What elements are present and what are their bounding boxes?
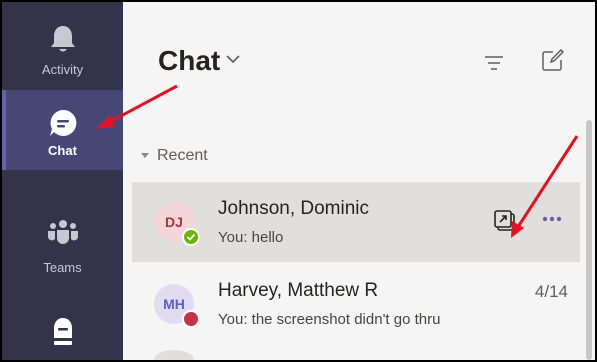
- rail-item-teams[interactable]: Teams: [2, 192, 123, 275]
- app-rail: Activity Chat Teams: [2, 2, 123, 360]
- bell-icon: [50, 26, 75, 52]
- chevron-down-icon[interactable]: [226, 54, 240, 64]
- new-chat-icon[interactable]: [542, 49, 564, 71]
- status-available-icon: [182, 228, 200, 246]
- filter-icon[interactable]: [484, 55, 504, 71]
- status-busy-icon: [182, 310, 200, 328]
- chat-row-johnson[interactable]: DJ Johnson, Dominic You: hello: [132, 182, 580, 262]
- assignments-icon: [53, 318, 72, 345]
- rail-item-activity[interactable]: Activity: [2, 2, 123, 82]
- rail-item-assignments[interactable]: [2, 292, 123, 360]
- section-recent[interactable]: Recent: [141, 147, 208, 165]
- page-title: Chat: [158, 45, 221, 76]
- chat-name: Johnson, Dominic: [218, 198, 370, 219]
- chat-preview: You: the screenshot didn't go thru: [218, 311, 441, 328]
- rail-item-label: Teams: [43, 260, 82, 275]
- chat-list-panel: Chat Recent DJ Johnson, Dominic You: hel…: [123, 2, 595, 360]
- chat-preview: You: hello: [218, 229, 284, 246]
- section-label: Recent: [157, 147, 208, 164]
- rail-item-label: Chat: [48, 143, 77, 158]
- collapse-caret-icon: [141, 153, 149, 159]
- chat-icon: [49, 109, 76, 136]
- chat-row-harvey[interactable]: MH Harvey, Matthew R You: the screenshot…: [132, 264, 580, 344]
- scrollbar[interactable]: [586, 120, 592, 360]
- chat-date: 4/14: [534, 282, 568, 301]
- teams-icon: [47, 220, 78, 244]
- rail-item-chat[interactable]: Chat: [2, 90, 123, 170]
- pop-out-chat-icon[interactable]: [494, 210, 516, 232]
- avatar: [154, 350, 194, 360]
- more-options-icon[interactable]: [542, 216, 562, 222]
- teams-window: Activity Chat Teams Chat Recent DJ Johns…: [0, 0, 597, 362]
- rail-item-label: Activity: [41, 62, 84, 77]
- chat-name: Harvey, Matthew R: [218, 280, 379, 301]
